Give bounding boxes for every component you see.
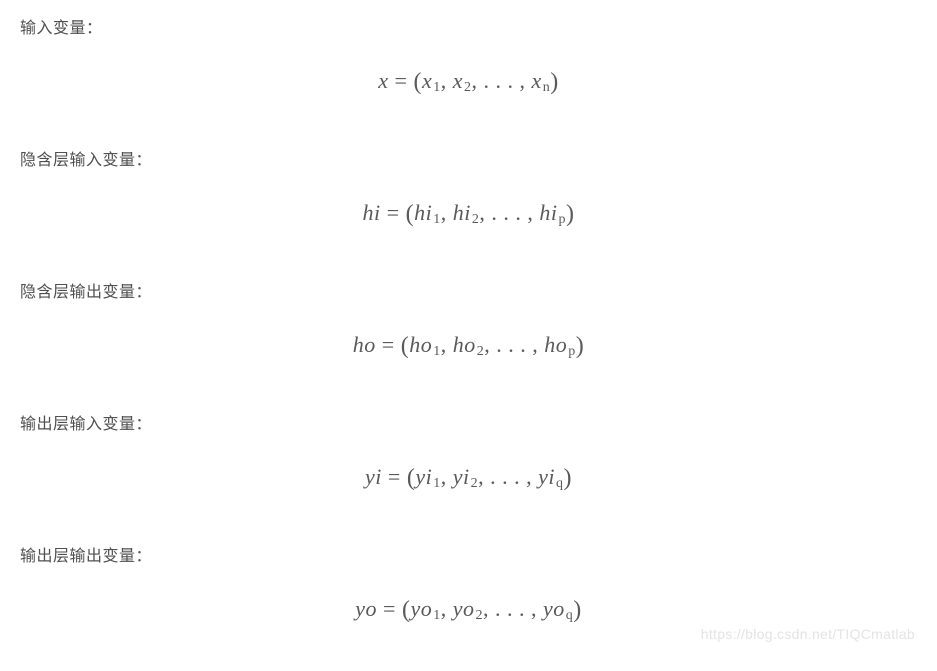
dots: . . . (490, 464, 526, 489)
paren-close: ) (576, 333, 585, 359)
paren-open: ( (401, 333, 410, 359)
term2-sub: 2 (470, 476, 479, 491)
term1-base: ho (409, 332, 432, 357)
equals: = (389, 68, 414, 93)
term2-base: yo (453, 596, 475, 621)
termn-sub: q (565, 608, 574, 623)
term1-sub: 1 (432, 608, 441, 623)
paren-close: ) (566, 201, 575, 227)
term1-base: yo (410, 596, 432, 621)
term1-base: hi (414, 200, 432, 225)
paren-open: ( (406, 201, 415, 227)
comma2: , (479, 200, 491, 225)
section-hidden-output: 隐含层输出变量： ho = (ho1, ho2, . . . , hop) (20, 278, 917, 360)
comma3: , (526, 464, 538, 489)
term2-base: yi (453, 464, 470, 489)
term2-sub: 2 (476, 344, 485, 359)
term1-base: yi (415, 464, 432, 489)
term2-base: x (453, 68, 463, 93)
label-output-output: 输出层输出变量： (20, 542, 917, 566)
dots: . . . (483, 68, 519, 93)
lhs: hi (363, 200, 381, 225)
label-input-var: 输入变量： (20, 14, 917, 38)
formula-input-var: x = (x1, x2, . . . , xn) (20, 68, 917, 96)
comma2: , (471, 68, 483, 93)
term2-sub: 2 (474, 608, 483, 623)
termn-base: yo (543, 596, 565, 621)
equals: = (381, 200, 406, 225)
equals: = (382, 464, 407, 489)
section-output-input: 输出层输入变量： yi = (yi1, yi2, . . . , yiq) (20, 410, 917, 492)
section-hidden-input: 隐含层输入变量： hi = (hi1, hi2, . . . , hip) (20, 146, 917, 228)
termn-base: yi (538, 464, 555, 489)
watermark-text: https://blog.csdn.net/TIQCmatlab (701, 626, 915, 642)
comma2: , (478, 464, 490, 489)
dots: . . . (495, 596, 531, 621)
comma2: , (483, 596, 495, 621)
paren-open: ( (413, 69, 422, 95)
lhs: yo (355, 596, 377, 621)
formula-hidden-input: hi = (hi1, hi2, . . . , hip) (20, 200, 917, 228)
equals: = (377, 596, 402, 621)
section-output-output: 输出层输出变量： yo = (yo1, yo2, . . . , yoq) (20, 542, 917, 624)
comma2: , (484, 332, 496, 357)
formula-output-input: yi = (yi1, yi2, . . . , yiq) (20, 464, 917, 492)
dots: . . . (491, 200, 527, 225)
paren-close: ) (573, 597, 582, 623)
termn-sub: p (557, 212, 566, 227)
term1-sub: 1 (432, 344, 441, 359)
lhs: x (378, 68, 388, 93)
comma1: , (441, 68, 453, 93)
comma1: , (441, 596, 453, 621)
paren-close: ) (563, 465, 572, 491)
comma3: , (532, 332, 544, 357)
dots: . . . (496, 332, 532, 357)
term1-sub: 1 (432, 80, 441, 95)
comma3: , (527, 200, 539, 225)
termn-base: hi (539, 200, 557, 225)
formula-hidden-output: ho = (ho1, ho2, . . . , hop) (20, 332, 917, 360)
term2-base: hi (453, 200, 471, 225)
label-output-input: 输出层输入变量： (20, 410, 917, 434)
comma3: , (531, 596, 543, 621)
term1-sub: 1 (432, 212, 441, 227)
label-hidden-input: 隐含层输入变量： (20, 146, 917, 170)
comma1: , (441, 464, 453, 489)
lhs: yi (365, 464, 382, 489)
formula-output-output: yo = (yo1, yo2, . . . , yoq) (20, 596, 917, 624)
paren-close: ) (550, 69, 559, 95)
termn-sub: n (542, 80, 551, 95)
comma1: , (441, 332, 453, 357)
termn-base: ho (544, 332, 567, 357)
comma3: , (519, 68, 531, 93)
comma1: , (441, 200, 453, 225)
label-hidden-output: 隐含层输出变量： (20, 278, 917, 302)
term1-base: x (422, 68, 432, 93)
termn-sub: p (567, 344, 576, 359)
equals: = (376, 332, 401, 357)
lhs: ho (353, 332, 376, 357)
termn-base: x (531, 68, 541, 93)
section-input-var: 输入变量： x = (x1, x2, . . . , xn) (20, 14, 917, 96)
term2-base: ho (453, 332, 476, 357)
term1-sub: 1 (432, 476, 441, 491)
